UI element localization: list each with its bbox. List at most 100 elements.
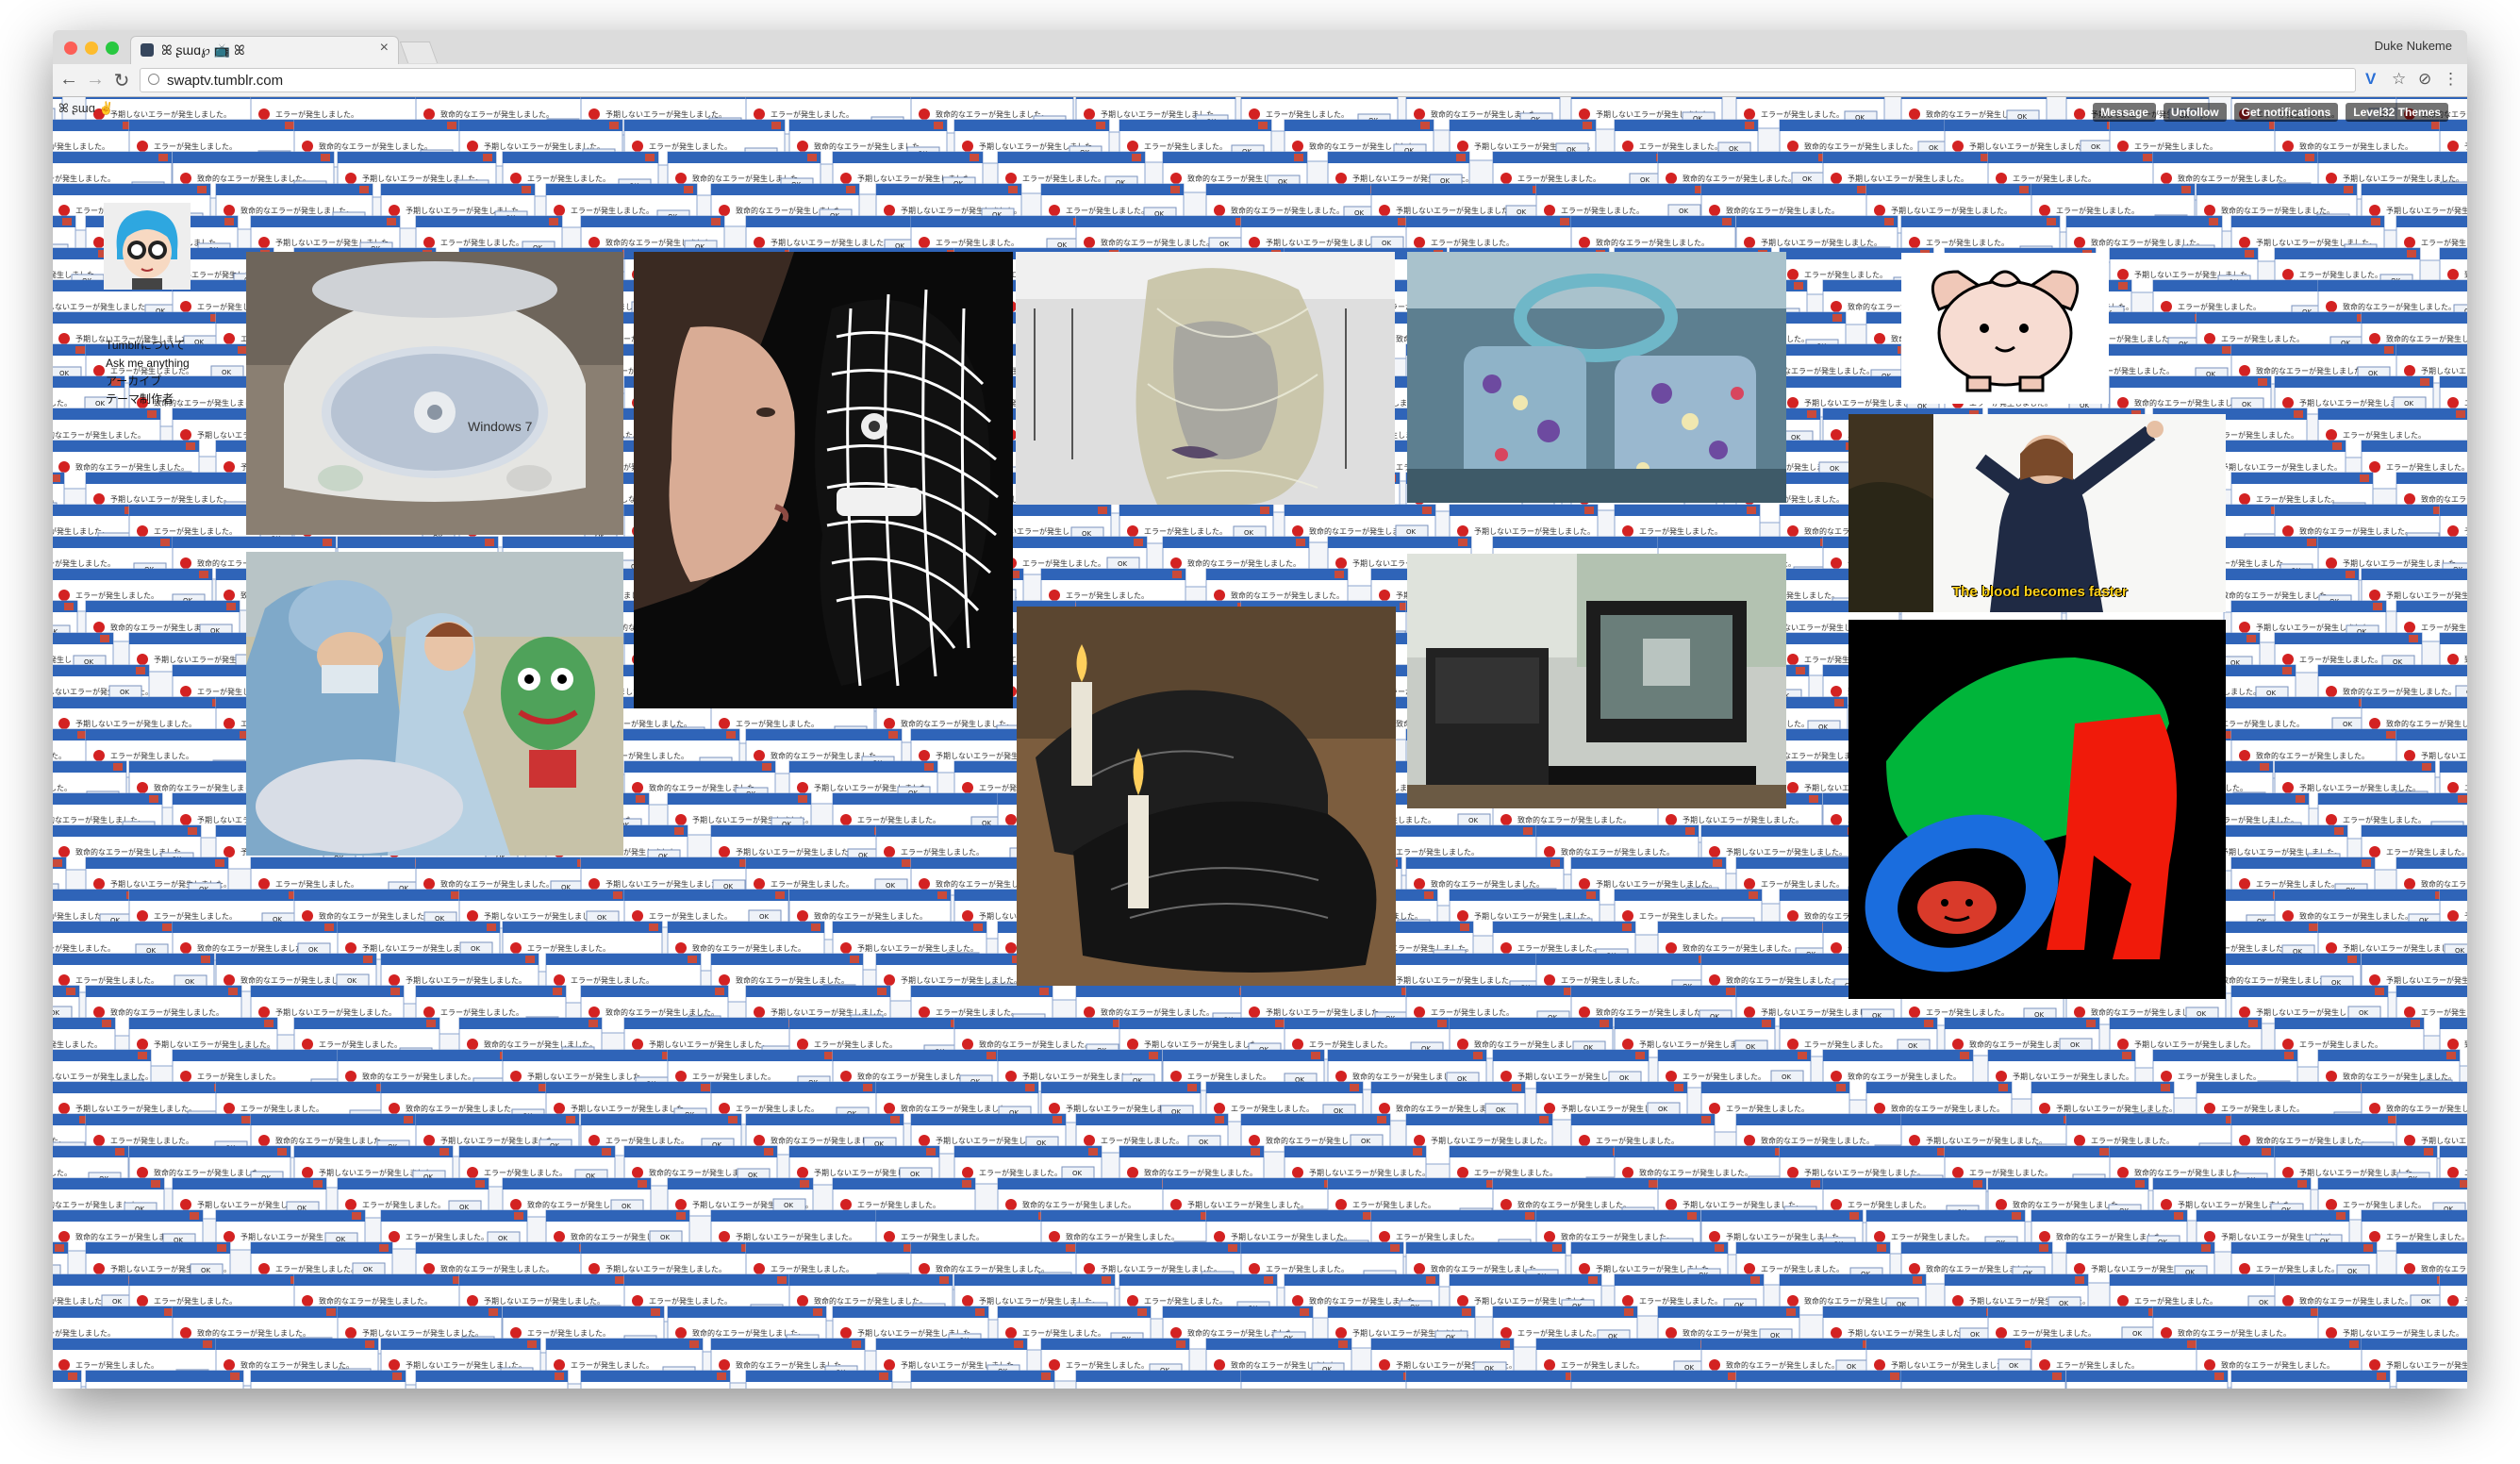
photo-playstation[interactable]: Windows 7 [246, 252, 623, 535]
video-caption: The blood becomes faster [1952, 584, 2128, 600]
unfollow-button[interactable]: Unfollow [2163, 103, 2227, 122]
photo-wireframe-faces[interactable] [634, 252, 1013, 708]
svg-text:エラーが発生しました。: エラーが発生しました。 [571, 206, 654, 215]
maximize-window-icon[interactable] [106, 42, 119, 55]
svg-text:致命的なエラーが発生しました。: 致命的なエラーが発生しました。 [406, 1104, 519, 1113]
svg-text:エラーが発生しました。: エラーが発生しました。 [1396, 847, 1479, 857]
close-window-icon[interactable] [64, 42, 77, 55]
svg-text:エラーが発生しました。: エラーが発生しました。 [484, 1168, 567, 1177]
svg-text:致命的なエラーが発生しました。: 致命的なエラーが発生しました。 [2256, 1136, 2369, 1145]
svg-text:エラーが発生しました。: エラーが発生しました。 [571, 1360, 654, 1370]
svg-text:エラーが発生しました。: エラーが発生しました。 [197, 1072, 280, 1081]
svg-text:予期しないエラーが発生しました。: 予期しないエラーが発生しました。 [605, 109, 726, 119]
svg-text:致命的なエラーが発生しました。: 致命的なエラーが発生しました。 [1431, 879, 1544, 889]
svg-text:予期しないエラーが発生しました。: 予期しないエラーが発生しました。 [771, 238, 891, 247]
svg-text:致命的なエラーが発生しました。: 致命的なエラーが発生しました。 [2134, 1168, 2247, 1177]
svg-text:OK: OK [2466, 689, 2467, 696]
svg-text:エラーが発生しました。: エラーが発生しました。 [1596, 1136, 1679, 1145]
svg-text:エラーが発生しました。: エラーが発生しました。 [2134, 141, 2217, 151]
sidebar-link-about[interactable]: Tumblrについて [106, 337, 190, 355]
svg-text:致命的なエラーが発生しました。: 致命的なエラーが発生しました。 [2134, 398, 2247, 408]
minimize-window-icon[interactable] [85, 42, 98, 55]
themes-button[interactable]: Level32 Themes [2346, 103, 2448, 122]
svg-text:エラーが発生しました。: エラーが発生しました。 [75, 591, 158, 600]
svg-text:予期しないエラーが発生しました。: 予期しないエラーが発生しました。 [2421, 1136, 2467, 1145]
avatar[interactable] [104, 203, 191, 290]
notifications-button[interactable]: Get notifications [2233, 103, 2339, 122]
svg-text:致命的なエラーが発生しました。: 致命的なエラーが発生しました。 [1683, 174, 1796, 183]
svg-text:OK: OK [660, 1234, 671, 1241]
svg-text:致命的なエラーが発生しました。: 致命的なエラーが発生しました。 [1596, 1007, 1709, 1017]
back-icon[interactable]: ← [58, 69, 79, 91]
svg-text:エラーが発生しました。: エラーが発生しました。 [2299, 1040, 2382, 1049]
photo-cheering-girl[interactable]: The blood becomes faster [1849, 414, 2226, 612]
svg-text:致命的なエラーが発生しました。: 致命的なエラーが発生しました。 [1517, 1200, 1631, 1209]
svg-text:致命的なエラーが発生しました。: 致命的なエラーが発生しました。 [53, 430, 145, 440]
svg-text:致命的なエラーが発生しました。: 致命的なエラーが発生しました。 [2421, 494, 2467, 504]
sidebar-link-theme[interactable]: テーマ制作者 [106, 391, 190, 408]
forward-icon[interactable]: → [85, 69, 106, 91]
tumblr-controls: Message Unfollow Get notifications Level… [2093, 103, 2448, 122]
svg-text:致命的なエラーが発生しました。: 致命的なエラーが発生しました。 [936, 109, 1049, 119]
message-button[interactable]: Message [2093, 103, 2156, 122]
svg-text:致命的なエラーが発生しました。: 致命的なエラーが発生しました。 [936, 1264, 1049, 1273]
photo-surgeon-child[interactable] [246, 552, 623, 856]
svg-text:OK: OK [112, 1298, 123, 1306]
svg-text:致命的なエラーが発生しました。: 致命的なエラーが発生しました。 [1022, 1200, 1136, 1209]
svg-text:エラーが発生しました。: エラーが発生しました。 [2013, 174, 2096, 183]
svg-text:エラーが発生しました。: エラーが発生しました。 [1352, 1200, 1435, 1209]
svg-text:エラーが発生しました。: エラーが発生しました。 [154, 1296, 237, 1306]
svg-text:致命的なエラーが発生しました。: 致命的なエラーが発生しました。 [1761, 1136, 1874, 1145]
photo-car-interior[interactable] [1407, 252, 1786, 503]
svg-text:エラーが発生しました。: エラーが発生しました。 [53, 174, 115, 183]
svg-text:エラーが発生しました。: エラーが発生しました。 [2343, 815, 2426, 824]
svg-text:エラーが発生しました。: エラーが発生しました。 [1517, 1328, 1600, 1338]
photo-abstract-figure[interactable] [1849, 620, 2226, 999]
svg-text:致命的なエラーが発生しました。: 致命的なエラーが発生しました。 [1187, 558, 1301, 568]
sidebar-link-archive[interactable]: アーカイブ [106, 373, 190, 391]
svg-text:エラーが発生しました。: エラーが発生しました。 [736, 1104, 819, 1113]
new-tab-button[interactable] [399, 42, 439, 63]
url-text: swaptv.tumblr.com [167, 73, 284, 89]
browser-toolbar: ← → ↻ swaptv.tumblr.com V ☆ ⊘ ⋮ [53, 64, 2467, 97]
svg-text:致命的なエラーが発生しました。: 致命的なエラーが発生しました。 [2221, 975, 2334, 985]
profile-name[interactable]: Duke Nukeme [2375, 39, 2452, 53]
address-bar[interactable]: swaptv.tumblr.com [140, 68, 2356, 92]
sidebar-link-ask[interactable]: Ask me anything [106, 355, 190, 373]
menu-icon[interactable]: ⋮ [2443, 70, 2459, 89]
extension-icon[interactable]: V [2365, 70, 2376, 89]
svg-text:エラーが発生しました。: エラーが発生しました。 [2464, 398, 2467, 408]
browser-tab[interactable]: ꕤ ʂɯɑ℘ 📺 ꕤ × [130, 36, 399, 64]
svg-text:OK: OK [1658, 1106, 1668, 1113]
photo-sneakers-candles[interactable] [1017, 607, 1396, 986]
svg-text:エラーが発生しました。: エラーが発生しました。 [154, 526, 237, 536]
blog-title[interactable]: ꕤ ʂɯɑ ✌ [58, 101, 114, 116]
photo-computer[interactable] [1407, 554, 1786, 808]
svg-text:致命的なエラーが発生しました。: 致命的なエラーが発生しました。 [901, 1104, 1014, 1113]
svg-text:エラーが発生しました。: エラーが発生しました。 [1474, 1168, 1557, 1177]
svg-text:エラーが発生しました。: エラーが発生しました。 [154, 141, 237, 151]
tab-close-icon[interactable]: × [380, 40, 389, 57]
svg-text:致命的なエラーが発生しました。: 致命的なエラーが発生しました。 [2299, 141, 2412, 151]
svg-text:OK: OK [2197, 1010, 2207, 1018]
svg-text:致命的なエラーが発生しました。: 致命的なエラーが発生しました。 [1561, 1232, 1674, 1241]
svg-text:予期しないエラーが発生しました。: 予期しないエラーが発生しました。 [1926, 1136, 2047, 1145]
svg-text:予期しないエラーが発生しました。: 予期しないエラーが発生しました。 [1891, 1360, 2012, 1370]
info-icon[interactable] [148, 74, 159, 85]
svg-text:OK: OK [622, 1203, 632, 1210]
svg-text:エラーが発生しました。: エラーが発生しました。 [1639, 141, 1722, 151]
svg-text:致命的なエラーが発生しました。: 致命的なエラーが発生しました。 [53, 1040, 102, 1049]
svg-text:OK: OK [347, 977, 357, 985]
svg-text:エラーが発生しました。: エラーが発生しました。 [979, 1168, 1062, 1177]
svg-text:致命的なエラーが発生しました。: 致命的なエラーが発生しました。 [1726, 206, 1839, 215]
bookmark-star-icon[interactable]: ☆ [2392, 70, 2406, 89]
svg-text:致命的なエラーが発生しました。: 致命的なエラーが発生しました。 [197, 1328, 310, 1338]
photo-plastic-wrap[interactable] [1016, 252, 1395, 505]
svg-text:予期しないエラーが発生しました。: 予期しないエラーが発生しました。 [53, 1296, 109, 1306]
svg-text:エラーが発生しました。: エラーが発生しました。 [692, 1072, 775, 1081]
reload-icon[interactable]: ↻ [111, 69, 132, 92]
photo-pixel-creature[interactable] [1901, 253, 2109, 404]
svg-text:エラーが発生しました。: エラーが発生しました。 [240, 1104, 323, 1113]
svg-text:OK: OK [1219, 241, 1230, 248]
block-icon[interactable]: ⊘ [2418, 70, 2431, 89]
